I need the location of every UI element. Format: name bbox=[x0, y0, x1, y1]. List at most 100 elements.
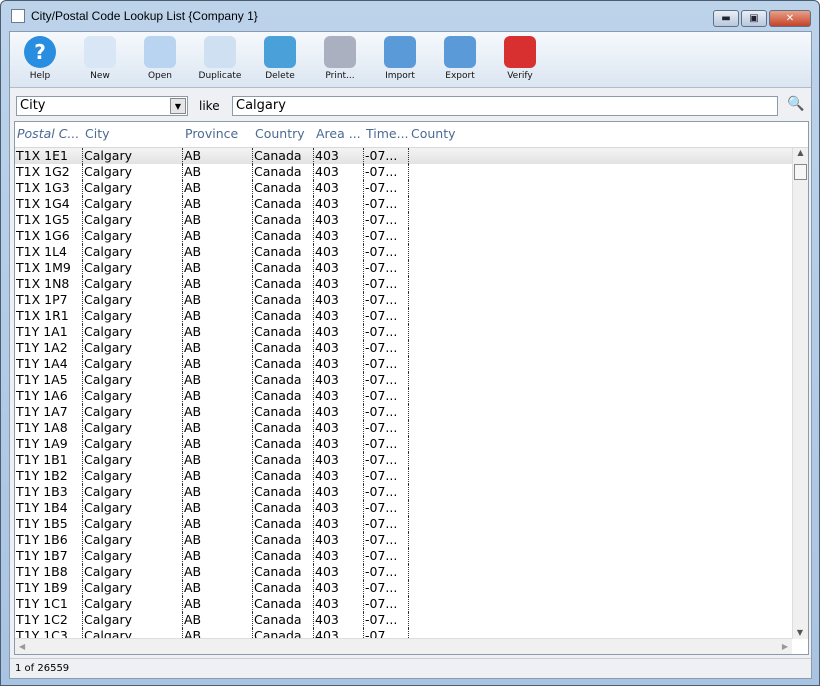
table-row[interactable]: T1X 1L4 Calgary AB Canada 403 -07... bbox=[15, 244, 793, 260]
table-row[interactable]: T1X 1G3 Calgary AB Canada 403 -07... bbox=[15, 180, 793, 196]
toolbar-verify-button[interactable]: Verify bbox=[490, 32, 550, 87]
table-row[interactable]: T1Y 1A7 Calgary AB Canada 403 -07... bbox=[15, 404, 793, 420]
search-icon[interactable]: 🔍 bbox=[786, 96, 806, 116]
table-cell: 403 bbox=[314, 148, 364, 164]
table-row[interactable]: T1X 1P7 Calgary AB Canada 403 -07... bbox=[15, 292, 793, 308]
table-row[interactable]: T1Y 1A5 Calgary AB Canada 403 -07... bbox=[15, 372, 793, 388]
table-row[interactable]: T1X 1R1 Calgary AB Canada 403 -07... bbox=[15, 308, 793, 324]
record-count: 1 of 26559 bbox=[15, 663, 70, 674]
column-header[interactable]: County bbox=[409, 122, 808, 147]
wrench-verify-icon bbox=[504, 36, 536, 68]
column-header[interactable]: Time... bbox=[364, 122, 409, 147]
table-cell: 403 bbox=[314, 196, 364, 212]
table-cell: Canada bbox=[253, 244, 314, 260]
toolbar-import-button[interactable]: Import bbox=[370, 32, 430, 87]
table-row[interactable]: T1Y 1B7 Calgary AB Canada 403 -07... bbox=[15, 548, 793, 564]
toolbar-delete-button[interactable]: Delete bbox=[250, 32, 310, 87]
table-cell: Calgary bbox=[83, 596, 183, 612]
scroll-up-icon[interactable]: ▲ bbox=[793, 148, 808, 157]
table-cell bbox=[409, 356, 793, 372]
table-row[interactable]: T1Y 1A4 Calgary AB Canada 403 -07... bbox=[15, 356, 793, 372]
table-cell: Canada bbox=[253, 516, 314, 532]
toolbar-help-button[interactable]: ? Help bbox=[10, 32, 70, 87]
table-cell bbox=[409, 228, 793, 244]
table-row[interactable]: T1X 1N8 Calgary AB Canada 403 -07... bbox=[15, 276, 793, 292]
table-row[interactable]: T1Y 1B2 Calgary AB Canada 403 -07... bbox=[15, 468, 793, 484]
table-cell: 403 bbox=[314, 324, 364, 340]
table-cell: Canada bbox=[253, 180, 314, 196]
table-row[interactable]: T1Y 1A9 Calgary AB Canada 403 -07... bbox=[15, 436, 793, 452]
table-cell: AB bbox=[183, 452, 253, 468]
table-cell: Canada bbox=[253, 164, 314, 180]
table-cell bbox=[409, 324, 793, 340]
table-cell: 403 bbox=[314, 388, 364, 404]
toolbar-label: Open bbox=[147, 71, 173, 81]
table-row[interactable]: T1Y 1A2 Calgary AB Canada 403 -07... bbox=[15, 340, 793, 356]
scroll-down-icon[interactable]: ▼ bbox=[793, 628, 807, 637]
vertical-scrollbar[interactable]: ▲ ▼ bbox=[792, 148, 808, 639]
maximize-button[interactable]: ▣ bbox=[741, 10, 767, 27]
horizontal-scrollbar[interactable]: ◀ ▶ bbox=[15, 638, 792, 654]
table-cell: AB bbox=[183, 340, 253, 356]
table-cell: T1Y 1A6 bbox=[15, 388, 83, 404]
table-row[interactable]: T1Y 1B5 Calgary AB Canada 403 -07... bbox=[15, 516, 793, 532]
table-row[interactable]: T1Y 1B3 Calgary AB Canada 403 -07... bbox=[15, 484, 793, 500]
column-header[interactable]: Country bbox=[253, 122, 314, 147]
table-row[interactable]: T1X 1M9 Calgary AB Canada 403 -07... bbox=[15, 260, 793, 276]
column-header[interactable]: Postal C... bbox=[15, 122, 83, 147]
table-row[interactable]: T1X 1G6 Calgary AB Canada 403 -07... bbox=[15, 228, 793, 244]
filter-value-input[interactable]: Calgary bbox=[232, 96, 778, 116]
table-cell: -07... bbox=[364, 180, 409, 196]
table-cell bbox=[409, 292, 793, 308]
table-cell: -07... bbox=[364, 436, 409, 452]
table-cell: T1X 1G5 bbox=[15, 212, 83, 228]
toolbar-new-button[interactable]: New bbox=[70, 32, 130, 87]
table-row[interactable]: T1X 1G2 Calgary AB Canada 403 -07... bbox=[15, 164, 793, 180]
table-cell bbox=[409, 468, 793, 484]
scroll-right-icon[interactable]: ▶ bbox=[782, 642, 788, 651]
table-cell bbox=[409, 148, 793, 164]
table-row[interactable]: T1Y 1A1 Calgary AB Canada 403 -07... bbox=[15, 324, 793, 340]
table-row[interactable]: T1Y 1B6 Calgary AB Canada 403 -07... bbox=[15, 532, 793, 548]
table-cell: Canada bbox=[253, 196, 314, 212]
table-cell: Calgary bbox=[83, 148, 183, 164]
table-cell bbox=[409, 212, 793, 228]
table-row[interactable]: T1Y 1B1 Calgary AB Canada 403 -07... bbox=[15, 452, 793, 468]
table-cell: T1Y 1A9 bbox=[15, 436, 83, 452]
close-button[interactable]: ✕ bbox=[769, 10, 811, 27]
table-row[interactable]: T1Y 1B4 Calgary AB Canada 403 -07... bbox=[15, 500, 793, 516]
grid-rows: T1X 1E1 Calgary AB Canada 403 -07... T1X 1G2 Ca… bbox=[15, 148, 793, 644]
table-row[interactable]: T1X 1G4 Calgary AB Canada 403 -07... bbox=[15, 196, 793, 212]
table-cell: 403 bbox=[314, 420, 364, 436]
scroll-left-icon[interactable]: ◀ bbox=[19, 642, 25, 651]
table-row[interactable]: T1Y 1B9 Calgary AB Canada 403 -07... bbox=[15, 580, 793, 596]
table-cell: Calgary bbox=[83, 276, 183, 292]
table-cell bbox=[409, 548, 793, 564]
table-cell: Calgary bbox=[83, 468, 183, 484]
toolbar-print-button[interactable]: Print... bbox=[310, 32, 370, 87]
table-cell: 403 bbox=[314, 548, 364, 564]
table-row[interactable]: T1Y 1C1 Calgary AB Canada 403 -07... bbox=[15, 596, 793, 612]
title-bar[interactable]: City/Postal Code Lookup List {Company 1}… bbox=[1, 1, 819, 31]
toolbar-export-button[interactable]: Export bbox=[430, 32, 490, 87]
chevron-down-icon[interactable]: ▼ bbox=[170, 98, 186, 114]
column-header[interactable]: City bbox=[83, 122, 183, 147]
table-cell: Canada bbox=[253, 468, 314, 484]
table-cell: AB bbox=[183, 516, 253, 532]
column-header[interactable]: Province bbox=[183, 122, 253, 147]
table-row[interactable]: T1X 1G5 Calgary AB Canada 403 -07... bbox=[15, 212, 793, 228]
filter-field-select[interactable]: City ▼ bbox=[16, 96, 188, 116]
table-row[interactable]: T1X 1E1 Calgary AB Canada 403 -07... bbox=[15, 148, 793, 164]
scroll-thumb[interactable] bbox=[794, 164, 807, 180]
table-row[interactable]: T1Y 1B8 Calgary AB Canada 403 -07... bbox=[15, 564, 793, 580]
table-row[interactable]: T1Y 1A6 Calgary AB Canada 403 -07... bbox=[15, 388, 793, 404]
table-cell: 403 bbox=[314, 500, 364, 516]
table-row[interactable]: T1Y 1A8 Calgary AB Canada 403 -07... bbox=[15, 420, 793, 436]
table-cell: T1X 1G4 bbox=[15, 196, 83, 212]
table-cell: T1Y 1B7 bbox=[15, 548, 83, 564]
table-row[interactable]: T1Y 1C2 Calgary AB Canada 403 -07... bbox=[15, 612, 793, 628]
toolbar-open-button[interactable]: Open bbox=[130, 32, 190, 87]
column-header[interactable]: Area ... bbox=[314, 122, 364, 147]
toolbar-duplicate-button[interactable]: Duplicate bbox=[190, 32, 250, 87]
minimize-button[interactable]: ▬ bbox=[713, 10, 739, 27]
